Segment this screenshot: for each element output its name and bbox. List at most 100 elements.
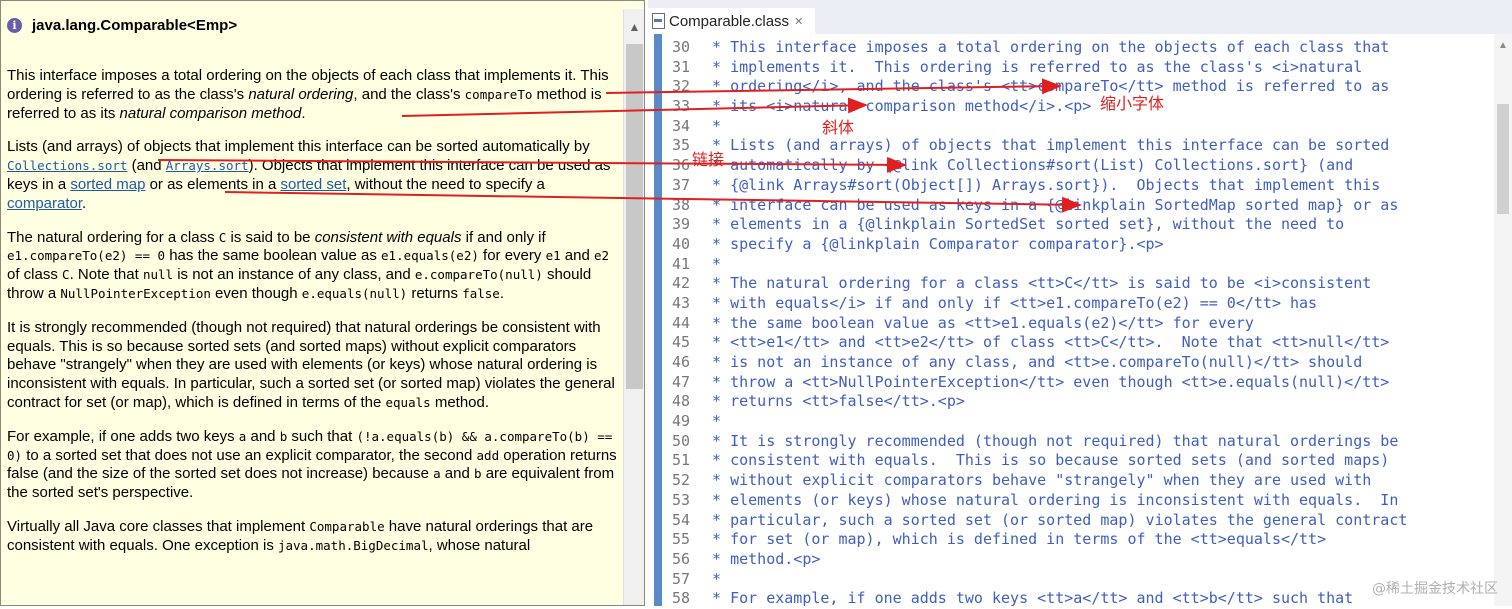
code-text[interactable]: * <tt>e1</tt> and <tt>e2</tt> of class <… bbox=[703, 333, 1389, 353]
code-line[interactable]: 46 * is not an instance of any class, an… bbox=[666, 353, 1496, 373]
code-line[interactable]: 50 * It is strongly recommended (though … bbox=[666, 432, 1496, 452]
code-line[interactable]: 43 * with equals</i> if and only if <tt>… bbox=[666, 294, 1496, 314]
code-text[interactable]: * for set (or map), which is defined in … bbox=[703, 530, 1326, 550]
annotation-shrink-font: 缩小字体 bbox=[1100, 94, 1165, 113]
code-text[interactable]: * consistent with equals. This is so bec… bbox=[703, 451, 1389, 471]
doc-code: e1.compareTo(e2) == 0 bbox=[7, 248, 166, 264]
doc-text: and bbox=[246, 427, 280, 445]
code-line[interactable]: 41 * bbox=[666, 255, 1496, 275]
code-line[interactable]: 55 * for set (or map), which is defined … bbox=[666, 530, 1496, 550]
link-sorted-map[interactable]: sorted map bbox=[70, 176, 145, 193]
javadoc-popup: i java.lang.Comparable<Emp> This interfa… bbox=[0, 0, 645, 606]
code-editor: Comparable.class ✕ 30 * This interface i… bbox=[648, 0, 1512, 609]
code-text[interactable]: * This interface imposes a total orderin… bbox=[703, 38, 1389, 58]
doc-code: e2 bbox=[594, 248, 610, 264]
code-line[interactable]: 39 * elements in a {@linkplain SortedSet… bbox=[666, 215, 1496, 235]
doc-code: C bbox=[62, 267, 70, 283]
popup-scrollbar[interactable]: ▲ bbox=[623, 9, 644, 605]
doc-code: false bbox=[462, 285, 500, 301]
editor-scrollbar-thumb[interactable] bbox=[1497, 104, 1509, 214]
doc-text: and bbox=[560, 247, 594, 265]
doc-paragraph-1: This interface imposes a total ordering … bbox=[7, 67, 622, 123]
editor-ruler bbox=[648, 34, 662, 606]
code-text[interactable]: * is not an instance of any class, and <… bbox=[703, 353, 1362, 373]
code-text[interactable]: * {@link Arrays#sort(Object[]) Arrays.so… bbox=[703, 176, 1380, 196]
doc-text: The natural ordering for a class bbox=[7, 228, 219, 246]
code-text[interactable]: * ordering</i>, and the class's <tt>comp… bbox=[703, 77, 1389, 97]
code-line[interactable]: 54 * particular, such a sorted set (or s… bbox=[666, 511, 1496, 531]
code-line[interactable]: 52 * without explicit comparators behave… bbox=[666, 471, 1496, 491]
code-text[interactable]: * the same boolean value as <tt>e1.equal… bbox=[703, 314, 1254, 334]
code-line[interactable]: 33 * its <i>natural comparison method</i… bbox=[666, 97, 1496, 117]
code-line[interactable]: 49 * bbox=[666, 412, 1496, 432]
code-line[interactable]: 45 * <tt>e1</tt> and <tt>e2</tt> of clas… bbox=[666, 333, 1496, 353]
code-text[interactable]: * elements in a {@linkplain SortedSet so… bbox=[703, 215, 1344, 235]
code-text[interactable]: * with equals</i> if and only if <tt>e1.… bbox=[703, 294, 1317, 314]
code-line[interactable]: 30 * This interface imposes a total orde… bbox=[666, 38, 1496, 58]
scroll-up-arrow-icon[interactable]: ▲ bbox=[624, 17, 644, 37]
editor-scrollbar[interactable]: ▲ bbox=[1494, 34, 1512, 606]
code-text[interactable]: * specify a {@linkplain Comparator compa… bbox=[703, 235, 1164, 255]
code-line[interactable]: 44 * the same boolean value as <tt>e1.eq… bbox=[666, 314, 1496, 334]
link-comparator[interactable]: comparator bbox=[7, 195, 82, 212]
code-line[interactable]: 37 * {@link Arrays#sort(Object[]) Arrays… bbox=[666, 176, 1496, 196]
code-line[interactable]: 48 * returns <tt>false</tt>.<p> bbox=[666, 392, 1496, 412]
doc-text: of class bbox=[7, 266, 63, 284]
code-text[interactable]: * returns <tt>false</tt>.<p> bbox=[703, 392, 965, 412]
code-line[interactable]: 38 * interface can be used as keys in a … bbox=[666, 196, 1496, 216]
code-text[interactable]: * without explicit comparators behave "s… bbox=[703, 471, 1371, 491]
code-line[interactable]: 34 * bbox=[666, 117, 1496, 137]
line-number: 35 bbox=[671, 136, 690, 155]
line-number: 46 bbox=[671, 353, 690, 371]
code-line[interactable]: 40 * specify a {@linkplain Comparator co… bbox=[666, 235, 1496, 255]
code-text[interactable]: * bbox=[703, 570, 721, 590]
popup-scrollbar-thumb[interactable] bbox=[626, 44, 643, 389]
code-text[interactable]: * bbox=[703, 117, 721, 137]
doc-code: null bbox=[142, 267, 174, 283]
code-text[interactable]: * bbox=[703, 255, 721, 275]
watermark: @稀土掘金技术社区 bbox=[1372, 581, 1498, 597]
scroll-up-arrow-icon[interactable]: ▲ bbox=[1494, 40, 1512, 51]
link-sorted-set[interactable]: sorted set bbox=[281, 176, 347, 193]
code-text[interactable]: * automatically by {@link Collections#so… bbox=[703, 156, 1353, 176]
code-text[interactable]: * throw a <tt>NullPointerException</tt> … bbox=[703, 373, 1389, 393]
code-text[interactable]: * bbox=[703, 412, 721, 432]
code-text[interactable]: * method.<p> bbox=[703, 550, 820, 570]
doc-link-code[interactable]: Arrays.sort bbox=[166, 158, 249, 173]
doc-link-code[interactable]: Collections.sort bbox=[7, 158, 127, 173]
code-line[interactable]: 42 * The natural ordering for a class <t… bbox=[666, 274, 1496, 294]
code-line[interactable]: 35 * Lists (and arrays) of objects that … bbox=[666, 136, 1496, 156]
code-text[interactable]: * The natural ordering for a class <tt>C… bbox=[703, 274, 1371, 294]
code-text[interactable]: * interface can be used as keys in a {@l… bbox=[703, 196, 1398, 216]
tab-comparable-class[interactable]: Comparable.class ✕ bbox=[648, 8, 816, 34]
doc-text: to a sorted set that does not use an exp… bbox=[22, 446, 477, 464]
doc-text: , without the need to specify a bbox=[346, 175, 545, 193]
close-icon[interactable]: ✕ bbox=[794, 15, 803, 28]
line-number: 30 bbox=[671, 38, 690, 56]
code-line[interactable]: 53 * elements (or keys) whose natural or… bbox=[666, 491, 1496, 511]
code-text[interactable]: * particular, such a sorted set (or sort… bbox=[703, 511, 1407, 531]
code-line[interactable]: 36 * automatically by {@link Collections… bbox=[666, 156, 1496, 176]
code-text[interactable]: * elements (or keys) whose natural order… bbox=[703, 491, 1398, 511]
code-line[interactable]: 47 * throw a <tt>NullPointerException</t… bbox=[666, 373, 1496, 393]
doc-text: is said to be bbox=[226, 228, 315, 246]
code-text[interactable]: * its <i>natural comparison method</i>.<… bbox=[703, 97, 1091, 117]
tab-label: Comparable.class bbox=[669, 12, 790, 30]
link-collections-sort[interactable]: Collections.sort bbox=[7, 157, 127, 174]
code-text[interactable]: * It is strongly recommended (though not… bbox=[703, 432, 1398, 452]
doc-italic: natural comparison method bbox=[119, 104, 302, 122]
code-line[interactable]: 51 * consistent with equals. This is so … bbox=[666, 451, 1496, 471]
line-number: 51 bbox=[671, 451, 690, 470]
code-area[interactable]: 30 * This interface imposes a total orde… bbox=[666, 38, 1496, 609]
code-line[interactable]: 32 * ordering</i>, and the class's <tt>c… bbox=[666, 77, 1496, 97]
editor-tab-bar: Comparable.class ✕ bbox=[648, 0, 1512, 34]
doc-text: has the same boolean value as bbox=[165, 247, 382, 265]
code-line[interactable]: 56 * method.<p> bbox=[666, 550, 1496, 570]
link-arrays-sort[interactable]: Arrays.sort bbox=[166, 157, 249, 174]
line-number: 55 bbox=[671, 530, 690, 549]
code-text[interactable]: * Lists (and arrays) of objects that imp… bbox=[703, 136, 1389, 156]
code-line[interactable]: 31 * implements it. This ordering is ref… bbox=[666, 58, 1496, 78]
doc-text: and bbox=[440, 465, 474, 483]
line-number: 54 bbox=[671, 510, 690, 529]
code-text[interactable]: * implements it. This ordering is referr… bbox=[703, 58, 1362, 78]
